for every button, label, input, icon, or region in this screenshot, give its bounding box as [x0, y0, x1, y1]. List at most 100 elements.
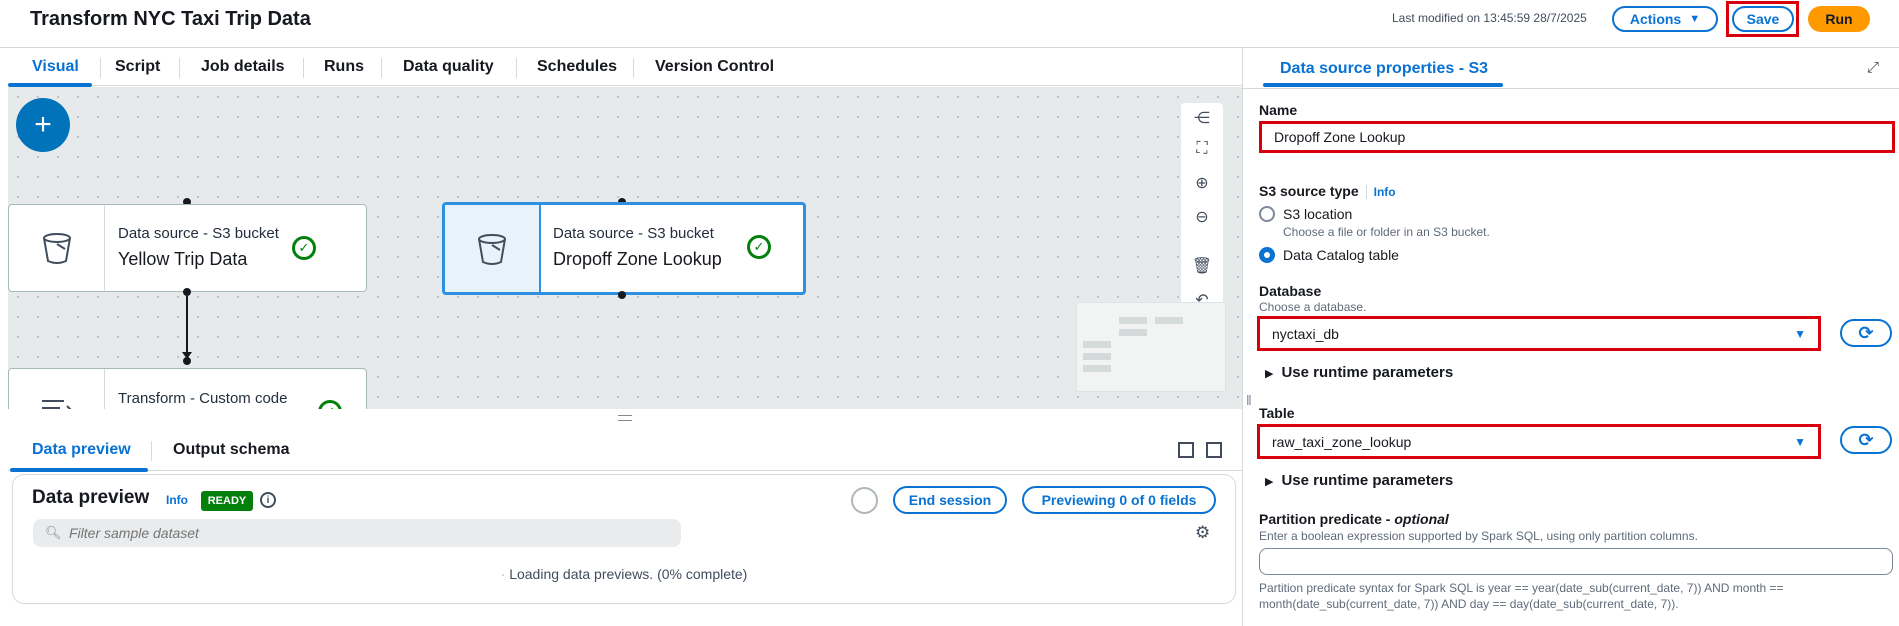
status-badge: READY: [201, 491, 253, 511]
maximize-panel-icon[interactable]: [1206, 442, 1222, 458]
last-modified-text: Last modified on 13:45:59 28/7/2025: [1392, 11, 1587, 25]
end-session-button[interactable]: End session: [893, 486, 1007, 514]
partition-predicate-label: Partition predicate - optional: [1259, 511, 1449, 527]
database-label: Database: [1259, 283, 1322, 299]
loading-spinner-icon: [851, 487, 878, 514]
caret-down-icon: ▼: [1794, 435, 1806, 449]
tab-divider: [516, 58, 517, 78]
radio-label[interactable]: Data Catalog table: [1283, 247, 1399, 263]
tab-script[interactable]: Script: [115, 58, 160, 76]
tab-divider: [381, 58, 382, 78]
refresh-database-button[interactable]: ⟳: [1840, 319, 1892, 347]
tab-job-details[interactable]: Job details: [201, 58, 285, 76]
minimap-node: [1119, 329, 1147, 336]
save-button[interactable]: Save: [1732, 6, 1794, 32]
zoom-out-icon[interactable]: ⊖: [1181, 202, 1223, 232]
node-output-handle[interactable]: [183, 288, 191, 296]
partition-predicate-input[interactable]: [1259, 548, 1893, 575]
database-description: Choose a database.: [1259, 300, 1367, 314]
gear-icon[interactable]: ⚙: [1195, 523, 1210, 543]
info-circle-icon[interactable]: i: [260, 492, 276, 508]
glue-studio-editor: Transform NYC Taxi Trip Data Last modifi…: [0, 0, 1899, 626]
name-input[interactable]: [1264, 124, 1890, 150]
expand-icon[interactable]: ⤢: [1867, 59, 1879, 76]
data-preview-card: Data preview Info READY i End session Pr…: [12, 474, 1236, 604]
check-circle-icon: ✓: [747, 235, 771, 259]
zoom-in-icon[interactable]: ⊕: [1181, 168, 1223, 198]
minimap-node: [1119, 317, 1147, 324]
table-select[interactable]: raw_taxi_zone_lookup ▼: [1262, 428, 1816, 455]
tab-version-control[interactable]: Version Control: [655, 58, 774, 76]
actions-button[interactable]: Actions ▼: [1612, 6, 1718, 32]
filter-input[interactable]: [69, 523, 669, 543]
resize-handle[interactable]: [618, 415, 632, 421]
loading-status-text: · Loading data previews. (0% complete): [13, 566, 1235, 582]
expander-label: Use runtime parameters: [1281, 364, 1454, 381]
node-icon-container: [9, 369, 105, 409]
editor-tabs: Visual Script Job details Runs Data qual…: [8, 48, 1242, 87]
layout-graph-icon[interactable]: ⋲: [1181, 103, 1223, 133]
data-preview-title: Data preview: [32, 487, 150, 508]
table-label: Table: [1259, 405, 1295, 421]
tab-data-preview[interactable]: Data preview: [32, 441, 131, 459]
divider: [1243, 88, 1899, 89]
optional-tag: optional: [1394, 511, 1449, 527]
tab-data-source-properties[interactable]: Data source properties - S3: [1280, 60, 1488, 78]
node-output-handle[interactable]: [618, 291, 626, 299]
previewing-fields-button[interactable]: Previewing 0 of 0 fields: [1022, 486, 1216, 514]
filter-search-box[interactable]: 🔍︎: [33, 519, 681, 547]
minimap-node: [1083, 341, 1111, 348]
tab-divider: [633, 58, 634, 78]
loading-dot-icon: ·: [500, 566, 506, 582]
minimize-panel-icon[interactable]: [1178, 442, 1194, 458]
minimap-node: [1155, 317, 1183, 324]
tab-divider: [151, 441, 152, 461]
radio-description: Choose a file or folder in an S3 bucket.: [1283, 225, 1490, 239]
radio-s3-location[interactable]: [1259, 206, 1275, 222]
expander-label: Use runtime parameters: [1281, 472, 1454, 489]
add-node-button[interactable]: +: [16, 98, 70, 152]
node-type-label: Data source - S3 bucket: [118, 225, 279, 242]
tab-schedules[interactable]: Schedules: [537, 58, 617, 76]
caret-right-icon: ▶: [1265, 368, 1274, 380]
tab-divider: [100, 58, 101, 78]
run-button[interactable]: Run: [1808, 6, 1870, 32]
runtime-parameters-expander[interactable]: ▶ Use runtime parameters: [1265, 364, 1453, 381]
active-tab-indicator: [1263, 83, 1503, 87]
canvas-minimap[interactable]: [1076, 302, 1226, 392]
node-transform-custom-code[interactable]: Transform - Custom code ✓: [8, 368, 367, 409]
minimap-node: [1083, 365, 1111, 372]
check-circle-icon: ✓: [318, 400, 342, 409]
s3-bucket-icon: [42, 233, 71, 264]
runtime-parameters-expander[interactable]: ▶ Use runtime parameters: [1265, 472, 1453, 489]
caret-down-icon: ▼: [1794, 327, 1806, 341]
active-tab-indicator: [10, 468, 148, 472]
node-dropoff-zone-lookup[interactable]: Data source - S3 bucket Dropoff Zone Loo…: [442, 202, 806, 295]
node-type-label: Transform - Custom code: [118, 390, 288, 407]
node-icon-container: [445, 205, 541, 292]
tab-visual[interactable]: Visual: [32, 58, 79, 76]
table-value: raw_taxi_zone_lookup: [1272, 433, 1412, 450]
properties-panel: Data source properties - S3 ⤢ Name S3 so…: [1242, 48, 1899, 626]
tab-runs[interactable]: Runs: [324, 58, 364, 76]
visual-canvas[interactable]: + Data source - S3 bucket Yellow Trip Da…: [8, 87, 1242, 409]
tab-output-schema[interactable]: Output schema: [173, 441, 289, 459]
node-icon-container: [9, 205, 105, 291]
node-yellow-trip-data[interactable]: Data source - S3 bucket Yellow Trip Data…: [8, 204, 367, 292]
divider: [1365, 185, 1367, 200]
caret-right-icon: ▶: [1265, 476, 1274, 488]
tab-data-quality[interactable]: Data quality: [403, 58, 494, 76]
database-value: nyctaxi_db: [1272, 325, 1339, 342]
node-input-handle[interactable]: [183, 357, 191, 365]
database-select[interactable]: nyctaxi_db ▼: [1262, 320, 1816, 347]
partition-syntax-help: Partition predicate syntax for Spark SQL…: [1259, 581, 1784, 611]
info-link[interactable]: Info: [1374, 185, 1396, 199]
info-link[interactable]: Info: [166, 493, 188, 507]
fit-screen-icon[interactable]: ⛶: [1181, 134, 1223, 164]
panel-resize-grip-icon[interactable]: ‖: [1246, 392, 1252, 408]
radio-label[interactable]: S3 location: [1283, 206, 1352, 222]
code-lines-icon: [41, 400, 71, 409]
delete-icon[interactable]: 🗑: [1181, 251, 1223, 281]
radio-data-catalog-table[interactable]: [1259, 247, 1275, 263]
refresh-table-button[interactable]: ⟳: [1840, 426, 1892, 454]
